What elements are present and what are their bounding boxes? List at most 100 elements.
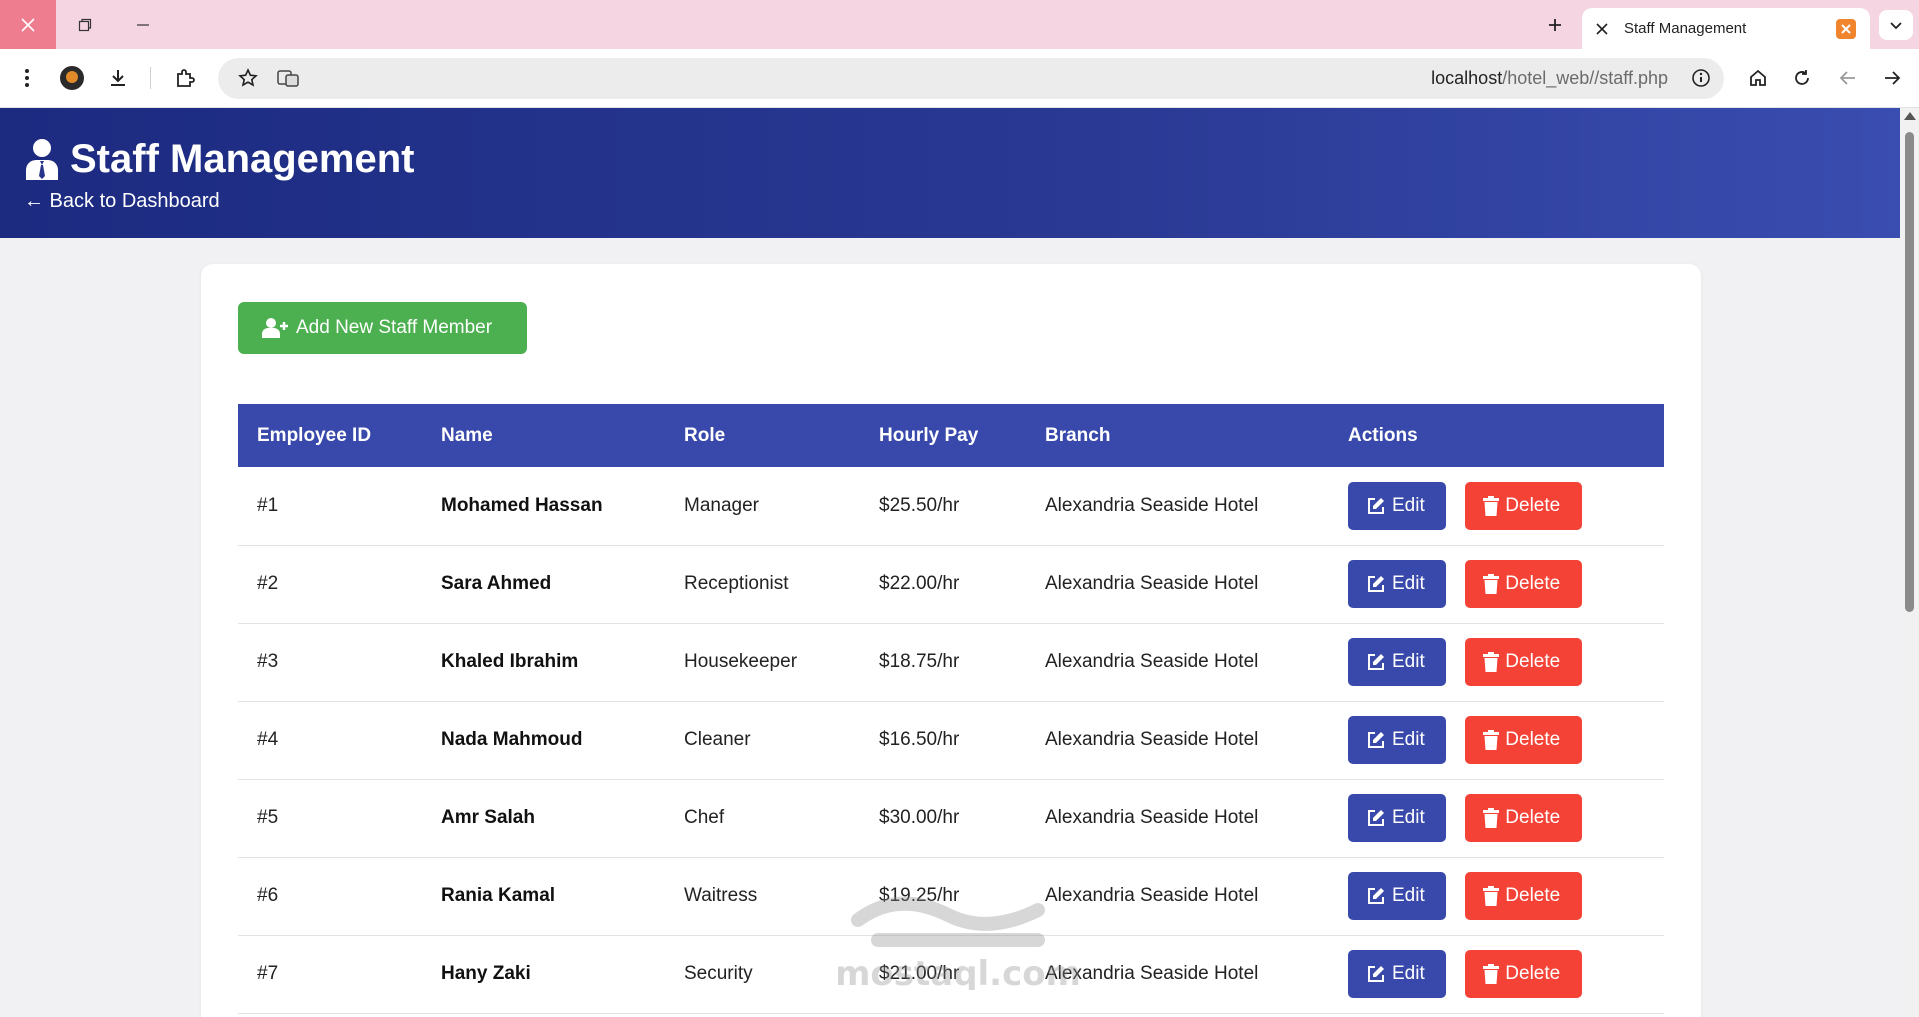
page-title-row: Staff Management — [24, 138, 415, 180]
scroll-up-arrow-icon[interactable] — [1904, 112, 1916, 120]
employee-role: Waitress — [684, 885, 758, 906]
scrollbar-thumb[interactable] — [1905, 132, 1914, 612]
edit-button[interactable]: Edit — [1348, 481, 1446, 530]
restore-icon — [78, 18, 92, 31]
employee-id: #7 — [257, 963, 279, 984]
table-row: #5 Amr Salah Chef $30.00/hr Alexandria S… — [238, 779, 1664, 857]
delete-button[interactable]: Delete — [1465, 638, 1583, 686]
reload-icon[interactable] — [1787, 63, 1817, 93]
edit-label: Edit — [1392, 494, 1425, 516]
bookmark-star-icon[interactable] — [233, 63, 263, 93]
home-icon[interactable] — [1743, 63, 1773, 93]
employee-id: #6 — [257, 885, 279, 906]
col-role: Role — [684, 424, 726, 446]
row-actions: Edit Delete — [1329, 857, 1664, 935]
col-employee-id: Employee ID — [257, 424, 372, 446]
window-restore-button[interactable] — [56, 0, 114, 49]
delete-button[interactable]: Delete — [1465, 560, 1583, 608]
edit-button[interactable]: Edit — [1348, 794, 1446, 842]
employee-id: #4 — [257, 729, 279, 750]
url-path: /hotel_web//staff.php — [1502, 68, 1668, 88]
edit-icon — [1368, 576, 1384, 592]
menu-kebab-icon[interactable] — [12, 63, 42, 93]
delete-button[interactable]: Delete — [1465, 950, 1583, 998]
edit-button[interactable]: Edit — [1348, 872, 1446, 920]
edit-button[interactable]: Edit — [1348, 560, 1446, 608]
translate-icon[interactable] — [273, 63, 303, 93]
back-arrow-icon[interactable] — [1833, 63, 1863, 93]
employee-role: Chef — [684, 807, 725, 828]
row-actions: Edit Delete — [1329, 779, 1664, 857]
url-text: localhost/hotel_web//staff.php — [1431, 68, 1668, 89]
tab-close-icon[interactable] — [1596, 22, 1608, 35]
address-bar[interactable]: localhost/hotel_web//staff.php — [218, 58, 1724, 99]
employee-id: #5 — [257, 807, 279, 828]
tab-search-button[interactable] — [1879, 10, 1913, 40]
edit-label: Edit — [1392, 807, 1425, 828]
add-staff-button[interactable]: Add New Staff Member — [238, 302, 527, 354]
employee-name: Khaled Ibrahim — [441, 651, 579, 672]
row-actions: Edit Delete — [1329, 623, 1664, 701]
svg-text:mostaql.com: mostaql.com — [838, 954, 1078, 990]
trash-icon — [1483, 495, 1500, 516]
employee-id: #2 — [257, 573, 279, 594]
edit-label: Edit — [1392, 885, 1425, 906]
delete-label: Delete — [1505, 651, 1561, 672]
delete-button[interactable]: Delete — [1465, 872, 1583, 920]
col-hourly-pay: Hourly Pay — [879, 424, 979, 446]
download-icon[interactable] — [103, 63, 133, 93]
employee-role: Housekeeper — [684, 651, 798, 672]
profile-avatar[interactable] — [57, 63, 87, 93]
employee-branch: Alexandria Seaside Hotel — [1045, 729, 1259, 750]
window-close-button[interactable] — [0, 0, 56, 49]
delete-button[interactable]: Delete — [1465, 794, 1583, 842]
trash-icon — [1483, 964, 1500, 984]
table-row: #1 Mohamed Hassan Manager $25.50/hr Alex… — [238, 467, 1664, 545]
new-tab-button[interactable] — [1540, 11, 1570, 39]
edit-label: Edit — [1392, 573, 1425, 594]
delete-button[interactable]: Delete — [1465, 481, 1583, 530]
employee-id: #3 — [257, 651, 279, 672]
delete-label: Delete — [1505, 885, 1561, 906]
page-header: Staff Management ← Back to Dashboard — [0, 108, 1900, 238]
edit-button[interactable]: Edit — [1348, 716, 1446, 764]
employee-role: Manager — [684, 494, 759, 516]
edit-label: Edit — [1392, 963, 1425, 984]
forward-arrow-icon[interactable] — [1877, 63, 1907, 93]
edit-label: Edit — [1392, 729, 1425, 750]
employee-pay: $18.75/hr — [879, 651, 960, 672]
employee-branch: Alexandria Seaside Hotel — [1045, 807, 1259, 828]
delete-label: Delete — [1505, 963, 1561, 984]
table-header-row: Employee ID Name Role Hourly Pay Branch … — [238, 404, 1664, 467]
page-scrollbar[interactable] — [1900, 108, 1919, 1017]
table-row: #3 Khaled Ibrahim Housekeeper $18.75/hr … — [238, 623, 1664, 701]
delete-label: Delete — [1505, 494, 1561, 516]
edit-label: Edit — [1392, 651, 1425, 672]
delete-label: Delete — [1505, 729, 1561, 750]
back-to-dashboard-link[interactable]: ← Back to Dashboard — [24, 190, 220, 213]
edit-button[interactable]: Edit — [1348, 638, 1446, 686]
employee-pay: $25.50/hr — [879, 494, 960, 516]
window-minimize-button[interactable] — [114, 0, 172, 49]
edit-icon — [1368, 732, 1384, 748]
employee-branch: Alexandria Seaside Hotel — [1045, 494, 1259, 516]
edit-icon — [1368, 966, 1384, 982]
col-name: Name — [441, 424, 493, 446]
edit-icon — [1368, 888, 1384, 904]
edit-icon — [1368, 810, 1384, 826]
delete-label: Delete — [1505, 573, 1561, 594]
add-staff-label: Add New Staff Member — [296, 317, 493, 338]
site-info-icon[interactable] — [1686, 63, 1716, 93]
trash-icon — [1483, 574, 1500, 594]
tab-staff-management[interactable]: Staff Management — [1582, 8, 1870, 49]
col-branch: Branch — [1045, 424, 1111, 446]
minimize-icon — [137, 23, 149, 26]
employee-name: Mohamed Hassan — [441, 494, 603, 516]
extensions-icon[interactable] — [170, 63, 200, 93]
delete-button[interactable]: Delete — [1465, 716, 1583, 764]
xampp-favicon-icon — [1836, 18, 1856, 39]
edit-button[interactable]: Edit — [1348, 950, 1446, 998]
watermark-logo: mostaql.com — [835, 880, 1081, 1000]
table-row: #2 Sara Ahmed Receptionist $22.00/hr Ale… — [238, 545, 1664, 623]
trash-icon — [1483, 886, 1500, 906]
